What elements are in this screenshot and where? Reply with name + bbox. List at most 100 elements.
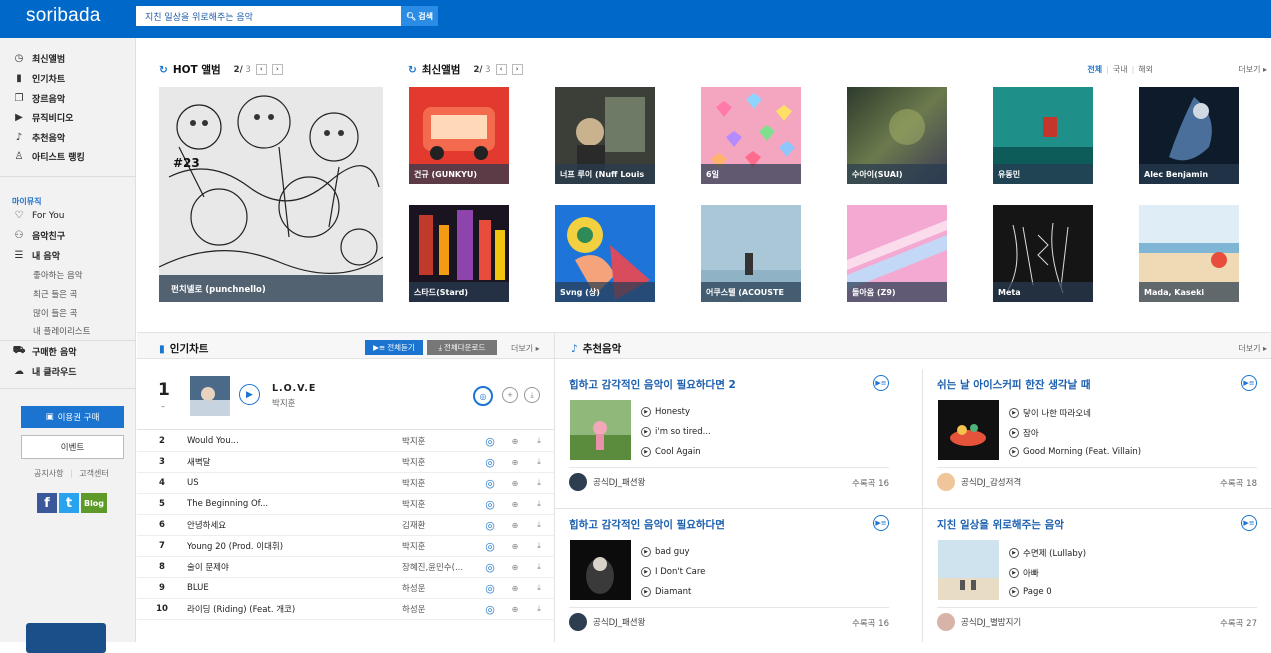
album-tile[interactable]: 유동민 <box>993 87 1093 184</box>
song-artist[interactable]: 박지훈 <box>402 540 477 552</box>
album-tile[interactable]: 너프 루이 (Nuff Louis <box>555 87 655 184</box>
song-artist[interactable]: 박지훈 <box>402 498 477 510</box>
hot-prev-button[interactable]: ‹ <box>255 64 267 75</box>
play-icon[interactable]: ▶ <box>1009 428 1019 438</box>
song-artist[interactable]: 박지훈 <box>272 397 295 409</box>
add-to-playlist-icon[interactable]: ⊕ <box>503 542 527 551</box>
play-icon[interactable]: ▶ <box>1009 408 1019 418</box>
song-title[interactable]: US <box>187 478 402 488</box>
track-item[interactable]: ▶ 잠아 <box>1009 427 1039 439</box>
table-row[interactable]: 8 술이 문제야 장혜진,윤민수(... ◎ ⊕ ⤓ <box>137 557 554 578</box>
add-to-playlist-icon[interactable]: ⊕ <box>503 437 527 446</box>
latest-more-link[interactable]: 더보기 ▸ <box>1238 64 1267 75</box>
event-button[interactable]: 이벤트 <box>21 435 124 459</box>
download-icon[interactable]: ⤓ <box>527 583 551 593</box>
track-item[interactable]: ▶ Page 0 <box>1009 587 1052 597</box>
album-tile[interactable]: 돌아옴 (Z9) <box>847 205 947 302</box>
song-artist[interactable]: 박지훈 <box>402 435 477 447</box>
download-icon[interactable]: ⤓ <box>527 604 551 614</box>
radio-icon[interactable]: ◎ <box>477 456 503 469</box>
album-tile[interactable]: Meta <box>993 205 1093 302</box>
sub-most-played[interactable]: 많이 들은 곡 <box>33 307 78 319</box>
radio-icon[interactable]: ◎ <box>477 540 503 553</box>
nav-cloud[interactable]: ☁ 내 클라우드 <box>12 365 77 378</box>
sub-recent[interactable]: 최근 들은 곡 <box>33 288 78 300</box>
song-title[interactable]: The Beginning Of... <box>187 499 402 509</box>
album-tile[interactable]: Svng (상) <box>555 205 655 302</box>
song-artist[interactable]: 하성운 <box>402 582 477 594</box>
album-tile[interactable]: Alec Benjamin <box>1139 87 1239 184</box>
add-to-playlist-icon[interactable]: ⊕ <box>503 500 527 509</box>
nav-music-video[interactable]: ▶ 뮤직비디오 <box>12 111 73 124</box>
track-item[interactable]: ▶ Good Morning (Feat. Villain) <box>1009 447 1141 457</box>
download-icon[interactable]: ⤓ <box>527 562 551 572</box>
download-icon[interactable]: ⤓ <box>527 499 551 509</box>
logo[interactable]: soribada <box>26 5 100 27</box>
add-to-playlist-icon[interactable]: ⊕ <box>503 521 527 530</box>
play-button[interactable]: ▶ <box>239 384 260 405</box>
hot-album-feature[interactable]: #23 펀치넬로 (punchnello) <box>159 87 383 302</box>
add-to-playlist-icon[interactable]: ⊕ <box>503 605 527 614</box>
play-playlist-icon[interactable]: ▶≡ <box>1241 375 1257 391</box>
support-link[interactable]: 고객센터 <box>79 469 108 478</box>
facebook-icon[interactable]: f <box>37 493 57 513</box>
search-button[interactable]: 🔍︎ 검색 <box>401 6 438 26</box>
playlist-title[interactable]: 힙하고 감각적인 음악이 필요하다면 <box>569 517 725 532</box>
download-icon[interactable]: ⤓ <box>527 436 551 446</box>
playlist-title[interactable]: 쉬는 날 아이스커피 한잔 생각날 때 <box>937 377 1091 392</box>
song-artist[interactable]: 박지훈 <box>402 456 477 468</box>
blog-icon[interactable]: Blog <box>81 493 107 513</box>
radio-icon[interactable]: ◎ <box>477 498 503 511</box>
playlist-card[interactable]: 힙하고 감각적인 음악이 필요하다면 ▶≡ ▶ bad guy ▶ I Don't … <box>555 509 903 648</box>
song-title[interactable]: Would You... <box>187 436 402 446</box>
table-row[interactable]: 7 Young 20 (Prod. 이대휘) 박지훈 ◎ ⊕ ⤓ <box>137 536 554 557</box>
chart-more-link[interactable]: 더보기 ▸ <box>511 343 540 354</box>
song-artist[interactable]: 박지훈 <box>402 477 477 489</box>
play-playlist-icon[interactable]: ▶≡ <box>1241 515 1257 531</box>
download-icon[interactable]: ⤓ <box>527 520 551 530</box>
recommend-more-link[interactable]: 더보기 ▸ <box>1238 343 1267 354</box>
search-input[interactable] <box>137 7 400 25</box>
add-to-playlist-icon[interactable]: ⊕ <box>503 584 527 593</box>
nav-genre[interactable]: ❐ 장르음악 <box>12 92 66 105</box>
table-row[interactable]: 9 BLUE 하성운 ◎ ⊕ ⤓ <box>137 578 554 599</box>
dj-info[interactable]: 공식DJ_패션왕 <box>569 613 645 631</box>
play-all-button[interactable]: ▶≡ 전체듣기 <box>365 340 423 355</box>
sub-liked[interactable]: 좋아하는 음악 <box>33 269 83 281</box>
playlist-card[interactable]: 힙하고 감각적인 음악이 필요하다면 2 ▶≡ ▶ Honesty ▶ i'm so… <box>555 369 903 508</box>
radio-icon[interactable]: ◎ <box>477 561 503 574</box>
nav-recommend[interactable]: ♪ 추천음악 <box>12 131 65 144</box>
track-item[interactable]: ▶ Cool Again <box>641 447 701 457</box>
radio-icon[interactable]: ◎ <box>477 582 503 595</box>
play-icon[interactable]: ▶ <box>1009 447 1019 457</box>
track-item[interactable]: ▶ I Don't Care <box>641 567 705 577</box>
dj-info[interactable]: 공식DJ_패션왕 <box>569 473 645 491</box>
song-title[interactable]: BLUE <box>187 583 402 593</box>
nav-my-music[interactable]: ☰ 내 음악 <box>12 249 60 262</box>
download-icon[interactable]: ⤓ <box>527 541 551 551</box>
download-icon[interactable]: ⤓ <box>524 387 540 403</box>
nav-chart[interactable]: ▮ 인기차트 <box>12 72 65 85</box>
download-icon[interactable]: ⤓ <box>527 478 551 488</box>
album-tile[interactable]: 스타드(Stard) <box>409 205 509 302</box>
play-icon[interactable]: ▶ <box>641 587 651 597</box>
playlist-title[interactable]: 힙하고 감각적인 음악이 필요하다면 2 <box>569 377 736 392</box>
add-to-playlist-icon[interactable]: ⊕ <box>503 563 527 572</box>
buy-pass-button[interactable]: ▣ 이용권 구매 <box>21 406 124 428</box>
chart-first-row[interactable]: 1 – ▶ L.O.V.E 박지훈 ◎ + ⤓ <box>137 368 554 430</box>
sub-playlist[interactable]: 내 플레이리스트 <box>33 325 90 337</box>
nav-friends[interactable]: ⚇ 음악친구 <box>12 229 66 242</box>
dj-info[interactable]: 공식DJ_별밤지기 <box>937 613 1021 631</box>
play-icon[interactable]: ▶ <box>641 547 651 557</box>
table-row[interactable]: 2 Would You... 박지훈 ◎ ⊕ ⤓ <box>137 431 554 452</box>
table-row[interactable]: 5 The Beginning Of... 박지훈 ◎ ⊕ ⤓ <box>137 494 554 515</box>
track-item[interactable]: ▶ 닿이 나한 따라오네 <box>1009 407 1091 419</box>
radio-icon[interactable]: ◎ <box>477 519 503 532</box>
play-playlist-icon[interactable]: ▶≡ <box>873 375 889 391</box>
track-item[interactable]: ▶ Diamant <box>641 587 691 597</box>
album-tile[interactable]: Mada, Kaseki <box>1139 205 1239 302</box>
song-title[interactable]: L.O.V.E <box>272 383 316 394</box>
album-tile[interactable]: 건규 (GUNKYU) <box>409 87 509 184</box>
track-item[interactable]: ▶ 수면제 (Lullaby) <box>1009 547 1086 559</box>
play-icon[interactable]: ▶ <box>641 407 651 417</box>
